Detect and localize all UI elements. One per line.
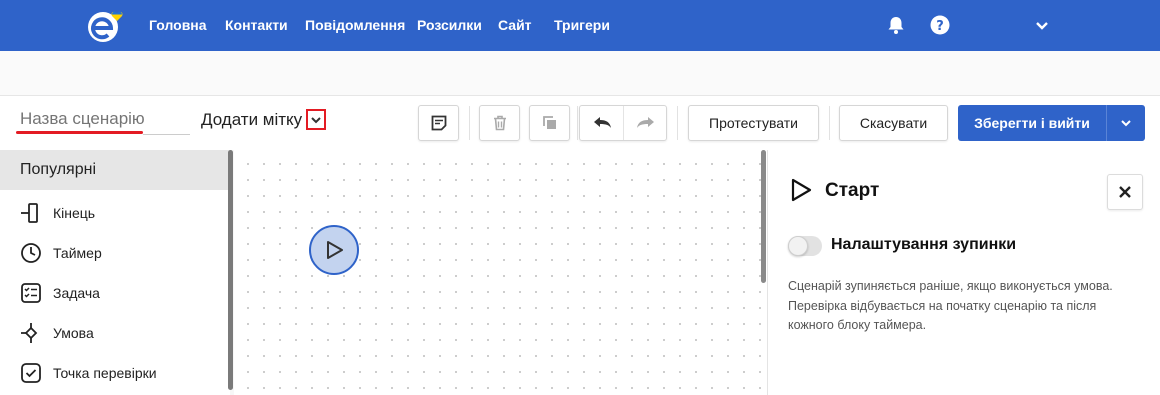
- help-circle-icon[interactable]: ?: [930, 15, 950, 35]
- checkpoint-icon: [21, 363, 41, 383]
- panel-title: Старт: [825, 180, 880, 201]
- toolbar-divider: [469, 106, 470, 140]
- toolbar-divider: [577, 106, 578, 140]
- toggle-knob: [788, 236, 808, 256]
- nav-item-triggers[interactable]: Тригери: [554, 17, 610, 33]
- sidebar-item-timer[interactable]: Таймер: [0, 235, 229, 271]
- play-icon: [791, 178, 812, 202]
- blocks-sidebar: Популярні Кінець Таймер Задача Умова Точ…: [0, 150, 230, 395]
- play-icon: [327, 241, 343, 259]
- edna-logo-icon[interactable]: [86, 8, 134, 44]
- stop-settings-label: Налаштування зупинки: [831, 236, 1017, 253]
- task-checklist-icon: [21, 283, 41, 303]
- stop-settings-description: Сценарій зупиняється раніше, якщо викону…: [788, 279, 1113, 332]
- history-button-group: [579, 105, 667, 141]
- test-button[interactable]: Протестувати: [688, 105, 819, 141]
- save-and-exit-split-button: Зберегти і вийти: [958, 105, 1145, 141]
- nav-item-site[interactable]: Сайт: [498, 17, 532, 33]
- scenario-name-input[interactable]: [14, 104, 144, 134]
- bell-icon[interactable]: [886, 15, 906, 35]
- svg-text:?: ?: [936, 19, 944, 34]
- nav-item-messages[interactable]: Повідомлення: [305, 17, 405, 33]
- top-navigation-bar: Головна Контакти Повідомлення Розсилки С…: [0, 0, 1160, 51]
- toolbar-divider: [829, 106, 830, 140]
- nav-item-contacts[interactable]: Контакти: [225, 17, 288, 33]
- copy-icon: [542, 116, 556, 129]
- sidebar-item-label: Кінець: [53, 205, 96, 221]
- sidebar-item-label: Таймер: [53, 245, 102, 261]
- sidebar-section-popular[interactable]: Популярні: [0, 150, 229, 190]
- redo-button[interactable]: [624, 106, 667, 140]
- trash-icon: [493, 115, 506, 131]
- note-icon: [431, 115, 446, 131]
- sidebar-item-label: Точка перевірки: [53, 365, 157, 381]
- add-tag-dropdown-button[interactable]: [306, 109, 326, 130]
- chevron-down-icon: [1121, 120, 1131, 127]
- save-options-dropdown-button[interactable]: [1107, 105, 1145, 141]
- scenario-canvas[interactable]: [234, 150, 767, 395]
- note-button[interactable]: [418, 105, 459, 141]
- sidebar-scrollbar[interactable]: [228, 150, 233, 390]
- sidebar-item-label: Задача: [53, 285, 100, 301]
- chevron-down-icon[interactable]: [1034, 18, 1050, 34]
- close-panel-button[interactable]: [1107, 174, 1143, 210]
- sub-header-bar: [0, 51, 1160, 96]
- name-input-underline: [143, 134, 190, 135]
- undo-icon: [593, 117, 611, 128]
- sidebar-item-checkpoint[interactable]: Точка перевірки: [0, 355, 229, 391]
- toolbar-divider: [677, 106, 678, 140]
- stop-settings-toggle[interactable]: [788, 236, 822, 256]
- sidebar-item-end[interactable]: Кінець: [0, 195, 229, 231]
- sidebar-item-label: Умова: [53, 325, 94, 341]
- save-and-exit-button[interactable]: Зберегти і вийти: [958, 105, 1106, 141]
- timer-icon: [21, 243, 41, 263]
- delete-button[interactable]: [479, 105, 520, 141]
- sidebar-item-condition[interactable]: Умова: [0, 315, 229, 351]
- end-block-icon: [21, 203, 38, 223]
- condition-icon: [21, 323, 38, 343]
- cancel-button[interactable]: Скасувати: [839, 105, 948, 141]
- start-node[interactable]: [309, 225, 359, 275]
- name-input-underline-highlight: [16, 131, 143, 134]
- canvas-scrollbar[interactable]: [761, 150, 766, 283]
- undo-button[interactable]: [580, 106, 624, 140]
- copy-button[interactable]: [529, 105, 570, 141]
- nav-item-home[interactable]: Головна: [149, 17, 207, 33]
- chevron-down-icon: [311, 116, 321, 123]
- add-tag-label[interactable]: Додати мітку: [201, 110, 302, 130]
- close-icon: [1119, 186, 1131, 198]
- nav-item-campaigns[interactable]: Розсилки: [417, 17, 482, 33]
- redo-icon: [636, 117, 654, 128]
- sidebar-item-task[interactable]: Задача: [0, 275, 229, 311]
